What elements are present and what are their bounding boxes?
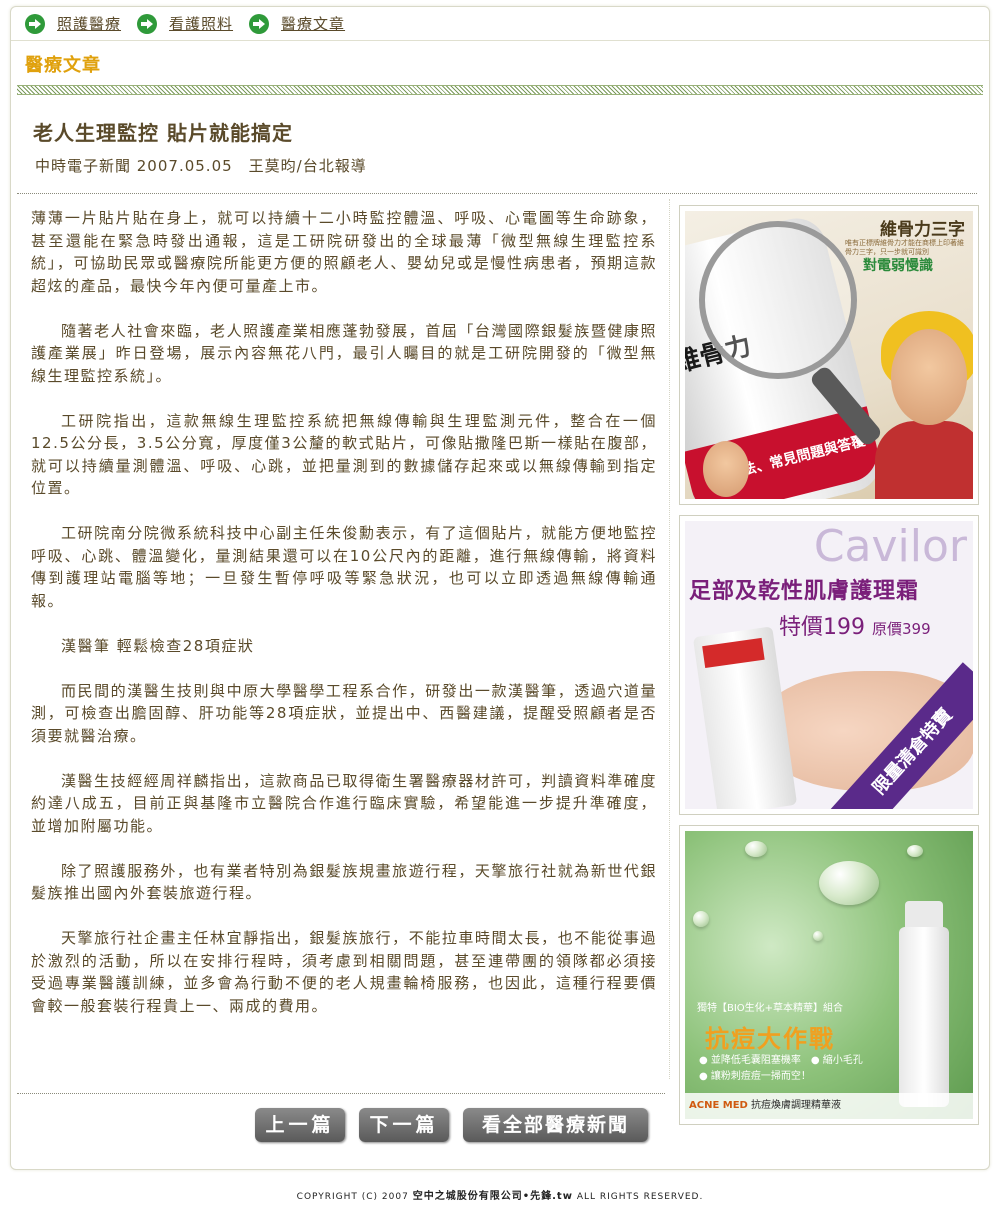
copyright-footer: COPYRIGHT (C) 2007 空中之城股份有限公司•先鋒.tw ALL … — [0, 1187, 1000, 1202]
ad-tag: 獨特【BIO生化+草本精華】組合 — [697, 1003, 844, 1014]
article-paragraph: 工研院南分院微系統科技中心副主任朱俊勳表示，有了這個貼片，就能方便地監控呼吸、心… — [31, 524, 657, 610]
ad-banner-viartril[interactable]: 維骨力 用法、常見問題與答覆 維骨力三字 唯有正標牌維骨力才能在商標上印著維骨力… — [679, 205, 979, 505]
spokesperson-body — [875, 421, 973, 499]
ad-brand: Cavilor — [813, 521, 967, 572]
original-price: 原價399 — [872, 620, 931, 638]
water-drop — [907, 845, 923, 857]
ad-bullet: ● 並降低毛囊阻塞機率 ● 縮小毛孔 — [699, 1055, 863, 1066]
water-drop — [693, 911, 709, 927]
ad-headline: 足部及乾性肌膚護理霜 — [689, 579, 920, 604]
article-paragraph: 漢醫生技經經周祥麟指出，這款商品已取得衛生署醫療器材許可，判讀資料準確度約達八成… — [31, 771, 657, 835]
magnifier-icon — [699, 221, 857, 379]
article-paragraph: 隨著老人社會來臨，老人照護產業相應蓬勃發展，首屆「台灣國際銀髮族暨健康照護產業展… — [31, 321, 657, 385]
article-subheading: 漢醫筆 輕鬆檢查28項症狀 — [61, 636, 255, 655]
article-paragraph: 工研院指出，這款無線生理監控系統把無線傳輸與生理監測元件，整合在一個12.5公分… — [31, 411, 657, 498]
nav-item-articles[interactable]: 醫療文章 — [249, 13, 345, 34]
copyright-prefix: COPYRIGHT (C) 2007 — [296, 1192, 409, 1202]
water-drop — [745, 841, 767, 857]
sale-price: 特價199 — [779, 615, 865, 640]
article-paragraph: 除了照護服務外，也有業者特別為銀髮族規畫旅遊行程，天擎旅行社就為新世代銀髮族推出… — [31, 861, 657, 903]
ad-image: 獨特【BIO生化+草本精華】組合 抗痘大作戰 ● 並降低毛囊阻塞機率 ● 縮小毛… — [685, 831, 973, 1119]
ad-bullet: ● 讓粉刺痘痘一掃而空！ — [699, 1071, 811, 1082]
water-drop — [813, 931, 823, 941]
nav-item-care[interactable]: 照護醫療 — [25, 13, 121, 34]
ad-image: Cavilor 足部及乾性肌膚護理霜 特價199 原價399 限量清倉特賣 — [685, 521, 973, 809]
hatched-divider — [17, 85, 983, 95]
article-title: 老人生理監控 貼片就能搞定 — [33, 121, 293, 145]
ad-subhead: 對電弱慢識 — [863, 258, 933, 274]
article-byline: 中時電子新聞 2007.05.05 王莫昀/台北報導 — [35, 157, 367, 175]
ad-banner-acnemed[interactable]: 獨特【BIO生化+草本精華】組合 抗痘大作戰 ● 並降低毛囊阻塞機率 ● 縮小毛… — [679, 825, 979, 1125]
dotted-divider — [17, 193, 977, 194]
nav-link-care[interactable]: 照護醫療 — [57, 13, 121, 34]
ad-product: 抗痘煥膚調理精華液 — [751, 1100, 842, 1111]
page-frame: 照護醫療 看護照料 醫療文章 醫療文章 老人生理監控 貼片就能搞定 中時電子新聞… — [10, 6, 990, 1170]
arrow-right-icon — [25, 13, 45, 34]
dotted-divider — [17, 1093, 665, 1094]
company-name: 空中之城股份有限公司 — [412, 1191, 523, 1202]
column-divider — [669, 199, 670, 1079]
ad-image: 維骨力 用法、常見問題與答覆 維骨力三字 唯有正標牌維骨力才能在商標上印著維骨力… — [685, 211, 973, 499]
site-name: 先鋒.tw — [530, 1191, 573, 1202]
arrow-right-icon — [249, 13, 270, 34]
top-navigation: 照護醫療 看護照料 醫療文章 — [11, 7, 989, 41]
tube-label — [702, 637, 765, 669]
spokesperson-small-face — [703, 441, 749, 497]
article-paragraph: 而民間的漢醫生技則與中原大學醫學工程系合作，研發出一款漢醫筆，透過穴道量測，可檢… — [31, 681, 657, 745]
ad-banner-cavilor[interactable]: Cavilor 足部及乾性肌膚護理霜 特價199 原價399 限量清倉特賣 — [679, 515, 979, 815]
nav-item-nursing[interactable]: 看護照料 — [137, 13, 233, 34]
nav-link-nursing[interactable]: 看護照料 — [169, 13, 233, 34]
arrow-right-icon — [137, 13, 158, 34]
prev-article-button[interactable]: 上一篇 — [255, 1108, 345, 1142]
serum-bottle — [899, 927, 949, 1107]
all-medical-news-button[interactable]: 看全部醫療新聞 — [463, 1108, 648, 1142]
article-paragraph: 薄薄一片貼片貼在身上，就可以持續十二小時監控體溫、呼吸、心電圖等生命跡象，甚至還… — [31, 209, 657, 295]
spokesperson-face — [891, 329, 967, 425]
section-title: 醫療文章 — [25, 55, 101, 76]
footer-separator: • — [522, 1191, 531, 1202]
ad-headline: 抗痘大作戰 — [705, 1025, 835, 1053]
copyright-suffix: ALL RIGHTS RESERVED. — [576, 1192, 704, 1202]
ad-brand: ACNE MED — [689, 1100, 748, 1111]
ad-headline: 維骨力三字 — [880, 220, 965, 240]
article-body: 薄薄一片貼片貼在身上，就可以持續十二小時監控體溫、呼吸、心電圖等生命跡象，甚至還… — [31, 207, 657, 1040]
cream-tube — [692, 626, 798, 809]
water-drop — [819, 861, 879, 905]
ad-price: 特價199 原價399 — [779, 609, 931, 641]
ad-footer: ACNE MED 抗痘煥膚調理精華液 — [685, 1093, 973, 1119]
article-paragraph: 天擎旅行社企畫主任林宜靜指出，銀髮族旅行，不能拉車時間太長，也不能從事過於激烈的… — [31, 929, 657, 1015]
next-article-button[interactable]: 下一篇 — [359, 1108, 449, 1142]
nav-link-articles[interactable]: 醫療文章 — [281, 13, 345, 34]
